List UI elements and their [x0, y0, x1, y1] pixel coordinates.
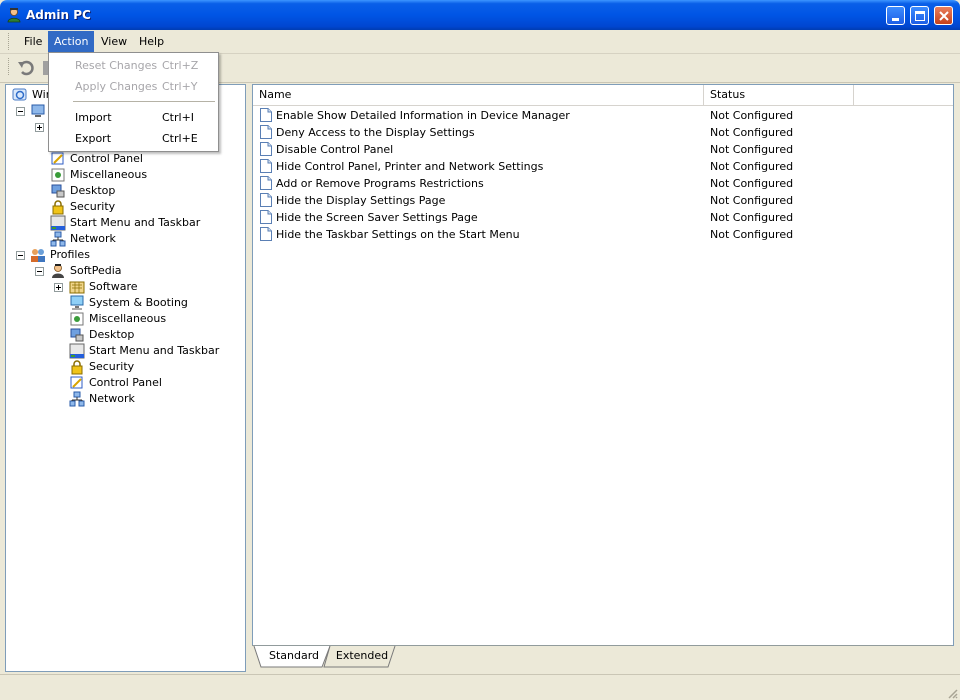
- view-tabs: Standard Extended: [252, 645, 952, 670]
- document-icon: [260, 227, 272, 241]
- document-icon: [260, 125, 272, 139]
- row-status: Not Configured: [710, 177, 794, 190]
- miscellaneous-icon: [51, 168, 65, 182]
- column-header-name[interactable]: Name: [253, 85, 704, 105]
- collapse-toggle[interactable]: [16, 107, 25, 116]
- row-status: Not Configured: [710, 194, 794, 207]
- pane-splitter[interactable]: [246, 84, 250, 670]
- action-menu: Reset Changes Ctrl+Z Apply Changes Ctrl+…: [48, 52, 219, 152]
- column-header-status[interactable]: Status: [704, 85, 854, 105]
- menu-separator: [73, 101, 215, 102]
- tab-extended[interactable]: Extended: [332, 645, 392, 667]
- control-panel-icon: [70, 376, 83, 389]
- table-row[interactable]: Disable Control Panel Not Configured: [253, 141, 953, 158]
- document-icon: [260, 210, 272, 224]
- row-status: Not Configured: [710, 211, 794, 224]
- table-row[interactable]: Hide the Display Settings Page Not Config…: [253, 192, 953, 209]
- app-window: Admin PC File Action View Help Wir Contr…: [0, 0, 960, 700]
- user-profile-icon: [52, 264, 64, 278]
- computer-icon: [31, 104, 45, 117]
- row-status: Not Configured: [710, 160, 794, 173]
- document-icon: [260, 142, 272, 156]
- network-icon: [50, 231, 66, 247]
- security-lock-icon: [71, 360, 83, 375]
- windows-computer-icon: [12, 88, 27, 101]
- system-monitor-icon: [70, 295, 84, 310]
- close-icon: [939, 11, 949, 21]
- list-header: Name Status: [253, 85, 953, 106]
- menu-view[interactable]: View: [95, 31, 133, 52]
- menu-item-apply-changes[interactable]: Apply Changes Ctrl+Y: [49, 76, 218, 97]
- table-row[interactable]: Deny Access to the Display Settings Not C…: [253, 124, 953, 141]
- tab-standard[interactable]: Standard: [264, 645, 324, 667]
- expand-toggle[interactable]: [54, 283, 63, 292]
- row-status: Not Configured: [710, 143, 794, 156]
- control-panel-icon: [51, 152, 64, 165]
- title-bar[interactable]: Admin PC: [0, 0, 960, 30]
- row-name: Enable Show Detailed Information in Devi…: [276, 109, 570, 122]
- row-status: Not Configured: [710, 228, 794, 241]
- status-bar: [0, 674, 960, 700]
- row-name: Deny Access to the Display Settings: [276, 126, 475, 139]
- table-row[interactable]: Hide the Taskbar Settings on the Start M…: [253, 226, 953, 243]
- admin-user-icon: [7, 8, 21, 23]
- row-name: Add or Remove Programs Restrictions: [276, 177, 484, 190]
- table-row[interactable]: Hide the Screen Saver Settings Page Not C…: [253, 209, 953, 226]
- software-icon: [69, 281, 85, 294]
- minimize-button[interactable]: [886, 6, 905, 25]
- maximize-icon: [915, 11, 925, 21]
- toolbar-grip: [8, 58, 12, 75]
- start-menu-icon: [50, 215, 66, 231]
- settings-tree[interactable]: Wir Control Panel Miscellaneous Desktop …: [5, 84, 246, 672]
- desktop-icon: [51, 184, 65, 198]
- security-lock-icon: [52, 200, 64, 215]
- row-name: Hide the Screen Saver Settings Page: [276, 211, 478, 224]
- start-menu-icon: [69, 343, 85, 359]
- menu-item-import[interactable]: Import Ctrl+I: [49, 107, 218, 128]
- close-button[interactable]: [934, 6, 953, 25]
- policy-list[interactable]: Name Status Enable Show Detailed Informa…: [252, 84, 954, 646]
- document-icon: [260, 193, 272, 207]
- table-row[interactable]: Hide Control Panel, Printer and Network …: [253, 158, 953, 175]
- resize-grip-icon[interactable]: [946, 687, 958, 699]
- menu-file[interactable]: File: [18, 31, 48, 52]
- table-row[interactable]: Add or Remove Programs Restrictions Not C…: [253, 175, 953, 192]
- row-status: Not Configured: [710, 126, 794, 139]
- document-icon: [260, 108, 272, 122]
- desktop-icon: [70, 328, 84, 342]
- row-name: Hide the Display Settings Page: [276, 194, 446, 207]
- collapse-toggle[interactable]: [35, 267, 44, 276]
- window-title: Admin PC: [26, 8, 91, 22]
- menu-item-reset-changes[interactable]: Reset Changes Ctrl+Z: [49, 55, 218, 76]
- table-row[interactable]: Enable Show Detailed Information in Devi…: [253, 107, 953, 124]
- document-icon: [260, 159, 272, 173]
- expand-toggle[interactable]: [35, 123, 44, 132]
- minimize-icon: [892, 18, 899, 21]
- miscellaneous-icon: [70, 312, 84, 326]
- undo-button[interactable]: [16, 58, 38, 78]
- menu-grip: [8, 33, 12, 50]
- menu-action[interactable]: Action: [48, 31, 95, 52]
- maximize-button[interactable]: [910, 6, 929, 25]
- row-status: Not Configured: [710, 109, 794, 122]
- profiles-users-icon: [31, 249, 45, 262]
- row-name: Hide Control Panel, Printer and Network …: [276, 160, 544, 173]
- row-name: Hide the Taskbar Settings on the Start M…: [276, 228, 520, 241]
- collapse-toggle[interactable]: [16, 251, 25, 260]
- menu-help[interactable]: Help: [133, 31, 170, 52]
- network-icon: [69, 391, 85, 407]
- row-name: Disable Control Panel: [276, 143, 394, 156]
- menu-item-export[interactable]: Export Ctrl+E: [49, 128, 218, 149]
- document-icon: [260, 176, 272, 190]
- undo-icon: [18, 60, 34, 76]
